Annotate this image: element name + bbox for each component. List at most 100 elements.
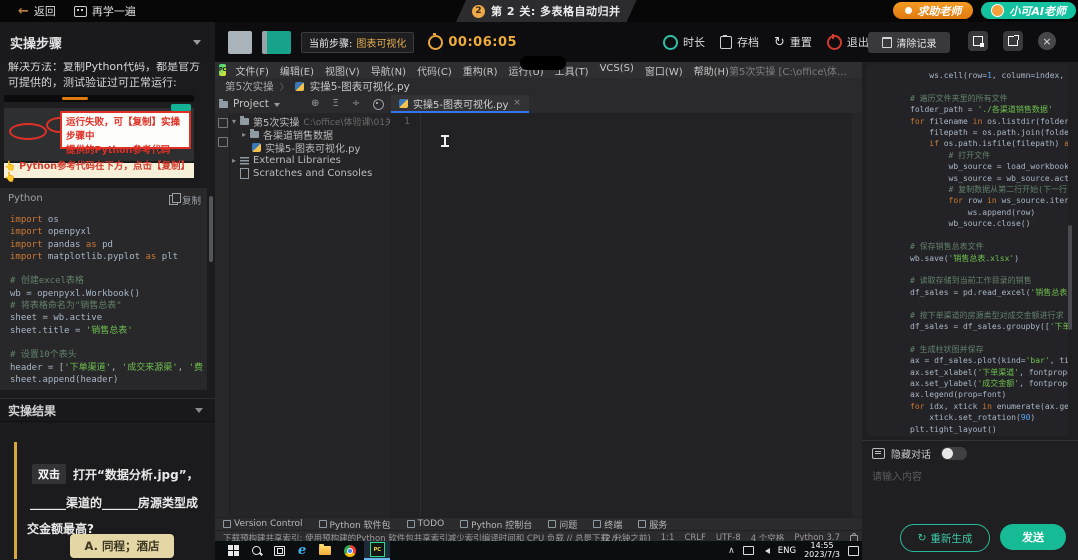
send-button[interactable]: 发送 <box>1000 524 1066 550</box>
collapse-all-icon[interactable]: Ξ <box>332 99 338 109</box>
copy-code-button[interactable]: 复制 <box>168 193 201 207</box>
windows-logo-icon <box>228 545 239 556</box>
menu-view[interactable]: 视图(V) <box>325 63 360 78</box>
tool-tab-services[interactable]: 服务 <box>638 518 667 531</box>
tree-scratches-row[interactable]: Scratches and Consoles <box>240 167 372 180</box>
project-tree: ▾ 第5次实操 C:\office\体验课\01关\第5次实操 ▸ 各渠道销售数… <box>230 113 439 517</box>
tool-tab-python-packages[interactable]: Python 软件包 <box>318 518 391 531</box>
menu-file[interactable]: 文件(F) <box>235 63 269 78</box>
tree-external-row[interactable]: ▸ External Libraries <box>232 154 341 167</box>
project-stripe-icon[interactable] <box>218 118 228 128</box>
chevron-expanded-icon[interactable]: ▾ <box>232 117 236 126</box>
left-panel-scrollbar[interactable] <box>209 196 213 262</box>
menu-help[interactable]: 帮助(H) <box>694 63 729 78</box>
tool-window-stripe <box>215 113 230 517</box>
breadcrumb-root[interactable]: 第5次实操 <box>225 79 274 94</box>
chrome-taskbar-button[interactable] <box>344 544 357 557</box>
menu-code[interactable]: 代码(C) <box>417 63 452 78</box>
input-language[interactable]: ENG <box>778 546 796 556</box>
step-thumbnail-1[interactable] <box>228 30 252 54</box>
exit-button[interactable]: 退出 <box>826 33 869 50</box>
top-bar: ← 返回 再学一遍 2 第 2 关: 多表格自动归并 求助老师 小可AI老师 <box>0 0 1078 22</box>
search-button[interactable] <box>252 546 261 555</box>
project-tool-header[interactable]: Project <box>219 95 280 113</box>
question-text-1: 打开“数据分析.jpg”， <box>73 467 199 482</box>
editor-tab[interactable]: 实操5-图表可视化.py × <box>391 95 529 113</box>
taskbar-clock[interactable]: 14:55 2023/7/3 <box>804 541 840 559</box>
pycharm-window: PC 文件(F) 编辑(E) 视图(V) 导航(N) 代码(C) 重构(R) 运… <box>215 56 862 544</box>
relearn-button[interactable]: 再学一遍 <box>73 3 136 19</box>
bookmark-stripe-icon[interactable] <box>218 137 228 147</box>
menu-edit[interactable]: 编辑(E) <box>280 63 314 78</box>
tool-tab-version-control[interactable]: Version Control <box>223 519 303 529</box>
menu-window[interactable]: 窗口(W) <box>645 63 683 78</box>
progress-strip: 当前步骤: 图表可视化 00:06:05 <box>215 22 517 62</box>
back-button[interactable]: ← 返回 <box>18 3 56 19</box>
intro-text-line1: 解决方法：复制Python代码，都是官方 <box>8 62 201 73</box>
tab-toolbar-row: Project ⊕ Ξ ÷ — 实操5-图表可视化.py × <box>215 95 862 114</box>
hide-chat-toggle[interactable] <box>941 447 967 460</box>
fullscreen-button[interactable] <box>1003 31 1023 51</box>
question-line1: 双击 打开“数据分析.jpg”， <box>32 464 199 484</box>
close-button[interactable]: × <box>1038 32 1056 50</box>
menu-bar: PC 文件(F) 编辑(E) 视图(V) 导航(N) 代码(C) 重构(R) 运… <box>215 56 862 78</box>
breadcrumb-file[interactable]: 实操5-图表可视化.py <box>310 79 410 94</box>
trash-icon <box>881 37 892 48</box>
chat-input[interactable] <box>870 466 1066 526</box>
restore-window-button[interactable] <box>968 31 988 51</box>
gear-icon[interactable] <box>373 98 385 110</box>
timer: 00:06:05 <box>428 32 517 50</box>
ai-panel-scrollbar[interactable] <box>1068 225 1072 330</box>
ai-assistant-panel: ws.cell(row=1, column=index, v # 遍历文件夹里的… <box>862 62 1078 560</box>
python-file-icon <box>294 82 304 91</box>
tool-tab-python-console[interactable]: Python 控制台 <box>460 518 532 531</box>
screenshot-button <box>171 104 191 111</box>
split-icon[interactable]: ÷ <box>352 99 360 109</box>
regenerate-button[interactable]: ↻ 重新生成 <box>900 524 990 552</box>
close-tab-icon[interactable]: × <box>513 98 521 108</box>
chat-icon <box>872 448 885 459</box>
archive-button[interactable]: 存档 <box>720 34 759 50</box>
step-thumbnail-2[interactable] <box>262 30 291 54</box>
chevron-down-icon <box>273 102 280 110</box>
regenerate-label: 重新生成 <box>930 532 973 545</box>
clear-record-button[interactable]: 清除记录 <box>868 32 950 53</box>
duration-button[interactable]: 时长 <box>663 34 705 50</box>
task-view-button[interactable] <box>274 545 285 556</box>
help-teacher-button[interactable]: 求助老师 <box>893 2 974 19</box>
editor-scrollbar[interactable] <box>852 113 862 517</box>
copy-icon <box>168 193 181 205</box>
steps-panel-header[interactable]: 实操步骤 <box>0 22 215 62</box>
results-section-header[interactable]: 实操结果 <box>0 398 215 422</box>
reset-button[interactable]: ↻ 重置 <box>774 34 812 50</box>
speaker-icon[interactable] <box>762 547 770 554</box>
chrome-icon <box>344 544 357 557</box>
chevron-collapsed-icon[interactable]: ▸ <box>242 130 246 139</box>
code-editor[interactable]: 1 <box>390 113 852 517</box>
tree-file-row[interactable]: 实操5-图表可视化.py <box>252 141 360 155</box>
network-icon[interactable] <box>742 546 754 555</box>
chevron-down-icon <box>193 39 201 49</box>
tool-tab-todo[interactable]: TODO <box>406 519 444 529</box>
breadcrumb: 第5次实操 〉 实操5-图表可视化.py <box>215 78 862 95</box>
current-step-label: 当前步骤: <box>309 38 353 50</box>
explorer-taskbar-button[interactable] <box>319 544 332 555</box>
top-bar-right: 求助老师 小可AI老师 <box>893 2 1076 19</box>
answer-option-a[interactable]: A. 同程；酒店 <box>70 534 174 558</box>
notification-center-icon[interactable] <box>848 545 859 556</box>
locate-icon[interactable]: ⊕ <box>311 99 319 109</box>
session-actions: 时长 存档 ↻ 重置 退出 <box>663 22 869 62</box>
menu-refactor[interactable]: 重构(R) <box>463 63 498 78</box>
start-button[interactable] <box>228 545 239 556</box>
ie-taskbar-button[interactable]: e <box>298 544 306 557</box>
tool-tab-problems[interactable]: 问题 <box>548 518 577 531</box>
drag-handle[interactable] <box>520 56 566 70</box>
chevron-collapsed-icon[interactable]: ▸ <box>232 156 236 165</box>
divider <box>862 440 1078 441</box>
menu-navigate[interactable]: 导航(N) <box>371 63 406 78</box>
pycharm-taskbar-button[interactable]: PC <box>364 541 391 560</box>
hidden-icons-chevron[interactable]: ∧ <box>728 546 735 556</box>
menu-vcs[interactable]: VCS(S) <box>600 63 634 78</box>
tool-tab-terminal[interactable]: 终端 <box>593 518 622 531</box>
ai-teacher-button[interactable]: 小可AI老师 <box>981 2 1076 19</box>
